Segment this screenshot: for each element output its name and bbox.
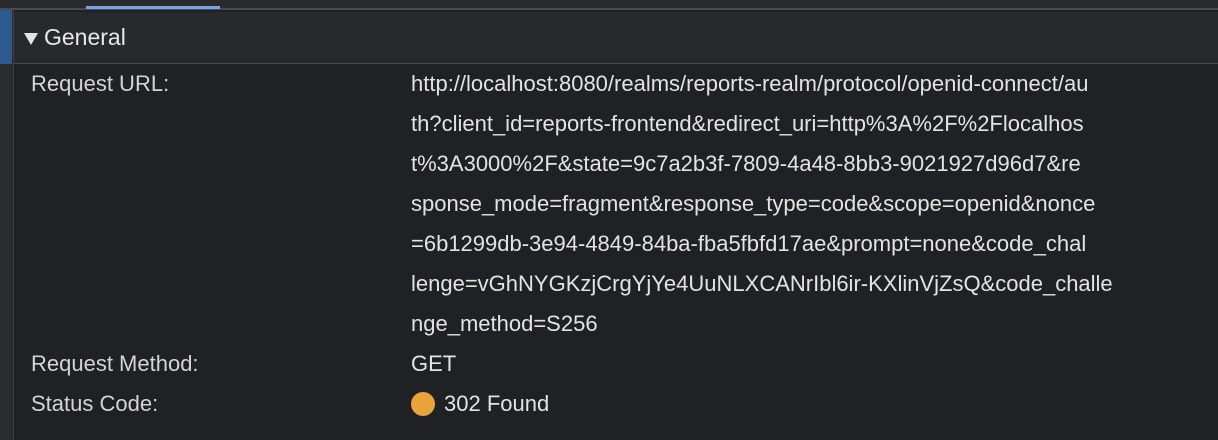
request-url-line: =6b1299db-3e94-4849-84ba-fba5fbfd17ae&pr… (411, 231, 1087, 256)
request-url-line: http://localhost:8080/realms/reports-rea… (411, 71, 1089, 96)
request-list-gutter (0, 10, 14, 440)
request-method-key: Request Method: (31, 351, 199, 376)
top-tab-strip (0, 0, 1218, 10)
request-url-row: Request URL: http://localhost:8080/realm… (14, 64, 1218, 344)
section-title: General (44, 24, 126, 50)
general-details: Request URL: http://localhost:8080/realm… (14, 64, 1218, 424)
request-url-key: Request URL: (31, 71, 170, 96)
request-url-line: lenge=vGhNYGKzjCrgYjYe4UuNLXCANrIbl6ir-K… (411, 271, 1113, 296)
active-tab-indicator (86, 6, 220, 9)
general-section-header[interactable]: General (14, 12, 1218, 64)
request-url-line: nge_method=S256 (411, 311, 598, 336)
request-method-row: Request Method: GET (14, 344, 1218, 384)
request-url-value[interactable]: http://localhost:8080/realms/reports-rea… (411, 64, 1218, 344)
request-method-value[interactable]: GET (411, 344, 1218, 384)
selected-request-marker[interactable] (0, 10, 12, 64)
status-code-key: Status Code: (31, 391, 159, 416)
status-code-value[interactable]: 302 Found (411, 384, 1218, 424)
request-url-line: t%3A3000%2F&state=9c7a2b3f-7809-4a48-8bb… (411, 151, 1081, 176)
request-url-line: th?client_id=reports-frontend&redirect_u… (411, 111, 1084, 136)
status-code-text: 302 Found (444, 391, 550, 416)
status-code-row: Status Code: 302 Found (14, 384, 1218, 424)
status-dot-icon (411, 392, 435, 416)
collapse-triangle-icon[interactable] (24, 32, 38, 45)
request-url-line: sponse_mode=fragment&response_type=code&… (411, 191, 1096, 216)
